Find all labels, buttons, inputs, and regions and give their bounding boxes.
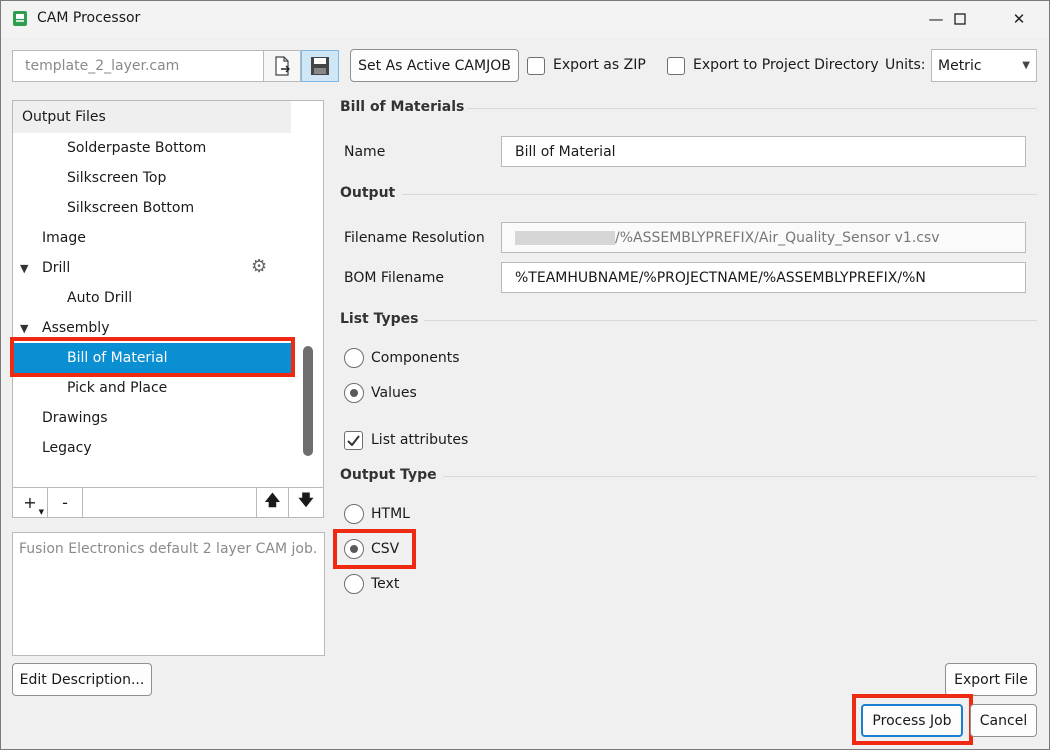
open-file-icon (275, 56, 290, 76)
tree-item-solderpaste-bottom[interactable]: Solderpaste Bottom (13, 133, 303, 163)
dropdown-arrow-icon: ▼ (38, 508, 44, 516)
highlight-box-bill-of-material (10, 337, 295, 377)
dropdown-arrow-icon: ▼ (1022, 60, 1030, 71)
bom-filename-label: BOM Filename (344, 270, 445, 286)
section-title-list-types: List Types (340, 311, 419, 327)
html-label: HTML (371, 506, 410, 522)
cancel-button[interactable]: Cancel (970, 704, 1037, 737)
save-button[interactable] (301, 50, 339, 82)
components-radio[interactable] (344, 348, 364, 368)
list-attributes-checkbox[interactable] (344, 431, 363, 450)
units-value: Metric (938, 57, 982, 74)
units-select[interactable]: Metric ▼ (931, 49, 1037, 82)
export-project-directory-label: Export to Project Directory (693, 57, 879, 73)
expand-arrow-icon[interactable]: ▼ (20, 322, 28, 335)
filename-resolution-label: Filename Resolution (344, 230, 485, 246)
units-label: Units: (885, 57, 926, 73)
tree-actions-bar: + ▼ - 🡅 🡇 (12, 487, 324, 518)
move-down-button[interactable]: 🡇 (289, 488, 323, 517)
tree-item-silkscreen-bottom[interactable]: Silkscreen Bottom (13, 193, 303, 223)
maximize-icon (954, 13, 966, 25)
expand-arrow-icon[interactable]: ▼ (20, 262, 28, 275)
export-zip-checkbox[interactable] (527, 57, 545, 75)
text-label: Text (371, 576, 400, 592)
components-label: Components (371, 350, 460, 366)
tree-item-drill[interactable]: ▼ Drill ⚙ (13, 253, 303, 283)
section-title-output: Output (340, 185, 396, 201)
text-radio[interactable] (344, 574, 364, 594)
tree-item-silkscreen-top[interactable]: Silkscreen Top (13, 163, 303, 193)
tree-item-legacy[interactable]: Legacy (13, 433, 303, 463)
arrow-up-icon: 🡅 (264, 491, 281, 509)
camjob-template-input[interactable]: template_2_layer.cam (12, 50, 264, 82)
window-title: CAM Processor (37, 10, 141, 26)
filename-resolution-value: /%ASSEMBLYPREFIX/Air_Quality_Sensor v1.c… (615, 229, 940, 246)
export-file-button[interactable]: Export File (945, 663, 1037, 696)
section-title-bill-of-materials: Bill of Materials (340, 99, 465, 115)
bom-filename-input[interactable]: %TEAMHUBNAME/%PROJECTNAME/%ASSEMBLYPREFI… (501, 262, 1026, 293)
html-radio[interactable] (344, 504, 364, 524)
radio-selected-dot (350, 389, 358, 397)
filename-resolution-field: /%ASSEMBLYPREFIX/Air_Quality_Sensor v1.c… (501, 222, 1026, 253)
arrow-down-icon: 🡇 (298, 491, 314, 509)
values-radio[interactable] (344, 383, 364, 403)
open-file-button[interactable] (263, 50, 301, 82)
redacted-path (515, 230, 615, 245)
tree-scrollbar[interactable] (303, 346, 313, 456)
section-title-output-type: Output Type (340, 467, 437, 483)
gear-icon[interactable]: ⚙ (251, 256, 267, 277)
tree-header: Output Files (13, 101, 291, 133)
set-active-camjob-button[interactable]: Set As Active CAMJOB (350, 49, 519, 82)
cam-app-icon (13, 11, 27, 26)
add-output-button[interactable]: + ▼ (13, 488, 48, 517)
output-files-tree[interactable]: Output Files Solderpaste Bottom Silkscre… (12, 100, 324, 488)
highlight-box-process-job (852, 694, 973, 745)
tree-item-pick-and-place[interactable]: Pick and Place (13, 373, 303, 403)
list-attributes-label: List attributes (371, 432, 469, 448)
job-description-box[interactable]: Fusion Electronics default 2 layer CAM j… (12, 532, 325, 656)
tree-item-drawings[interactable]: Drawings (13, 403, 303, 433)
tree-item-auto-drill[interactable]: Auto Drill (13, 283, 303, 313)
title-bar (0, 0, 1050, 38)
highlight-box-csv (333, 529, 416, 569)
export-zip-label: Export as ZIP (553, 57, 646, 73)
close-button[interactable]: ✕ (996, 0, 1042, 38)
section-divider (443, 476, 1037, 477)
remove-output-button[interactable]: - (48, 488, 83, 517)
name-label: Name (344, 144, 386, 160)
section-divider (402, 194, 1037, 195)
tree-item-image[interactable]: Image (13, 223, 303, 253)
edit-description-button[interactable]: Edit Description... (12, 663, 152, 696)
section-divider (424, 320, 1037, 321)
move-up-button[interactable]: 🡅 (256, 488, 289, 517)
name-input[interactable]: Bill of Material (501, 136, 1026, 167)
export-project-directory-checkbox[interactable] (667, 57, 685, 75)
section-divider (467, 108, 1037, 109)
values-label: Values (371, 385, 417, 401)
save-icon (311, 57, 329, 75)
checkmark-icon (347, 435, 360, 446)
maximize-button[interactable] (937, 0, 983, 38)
